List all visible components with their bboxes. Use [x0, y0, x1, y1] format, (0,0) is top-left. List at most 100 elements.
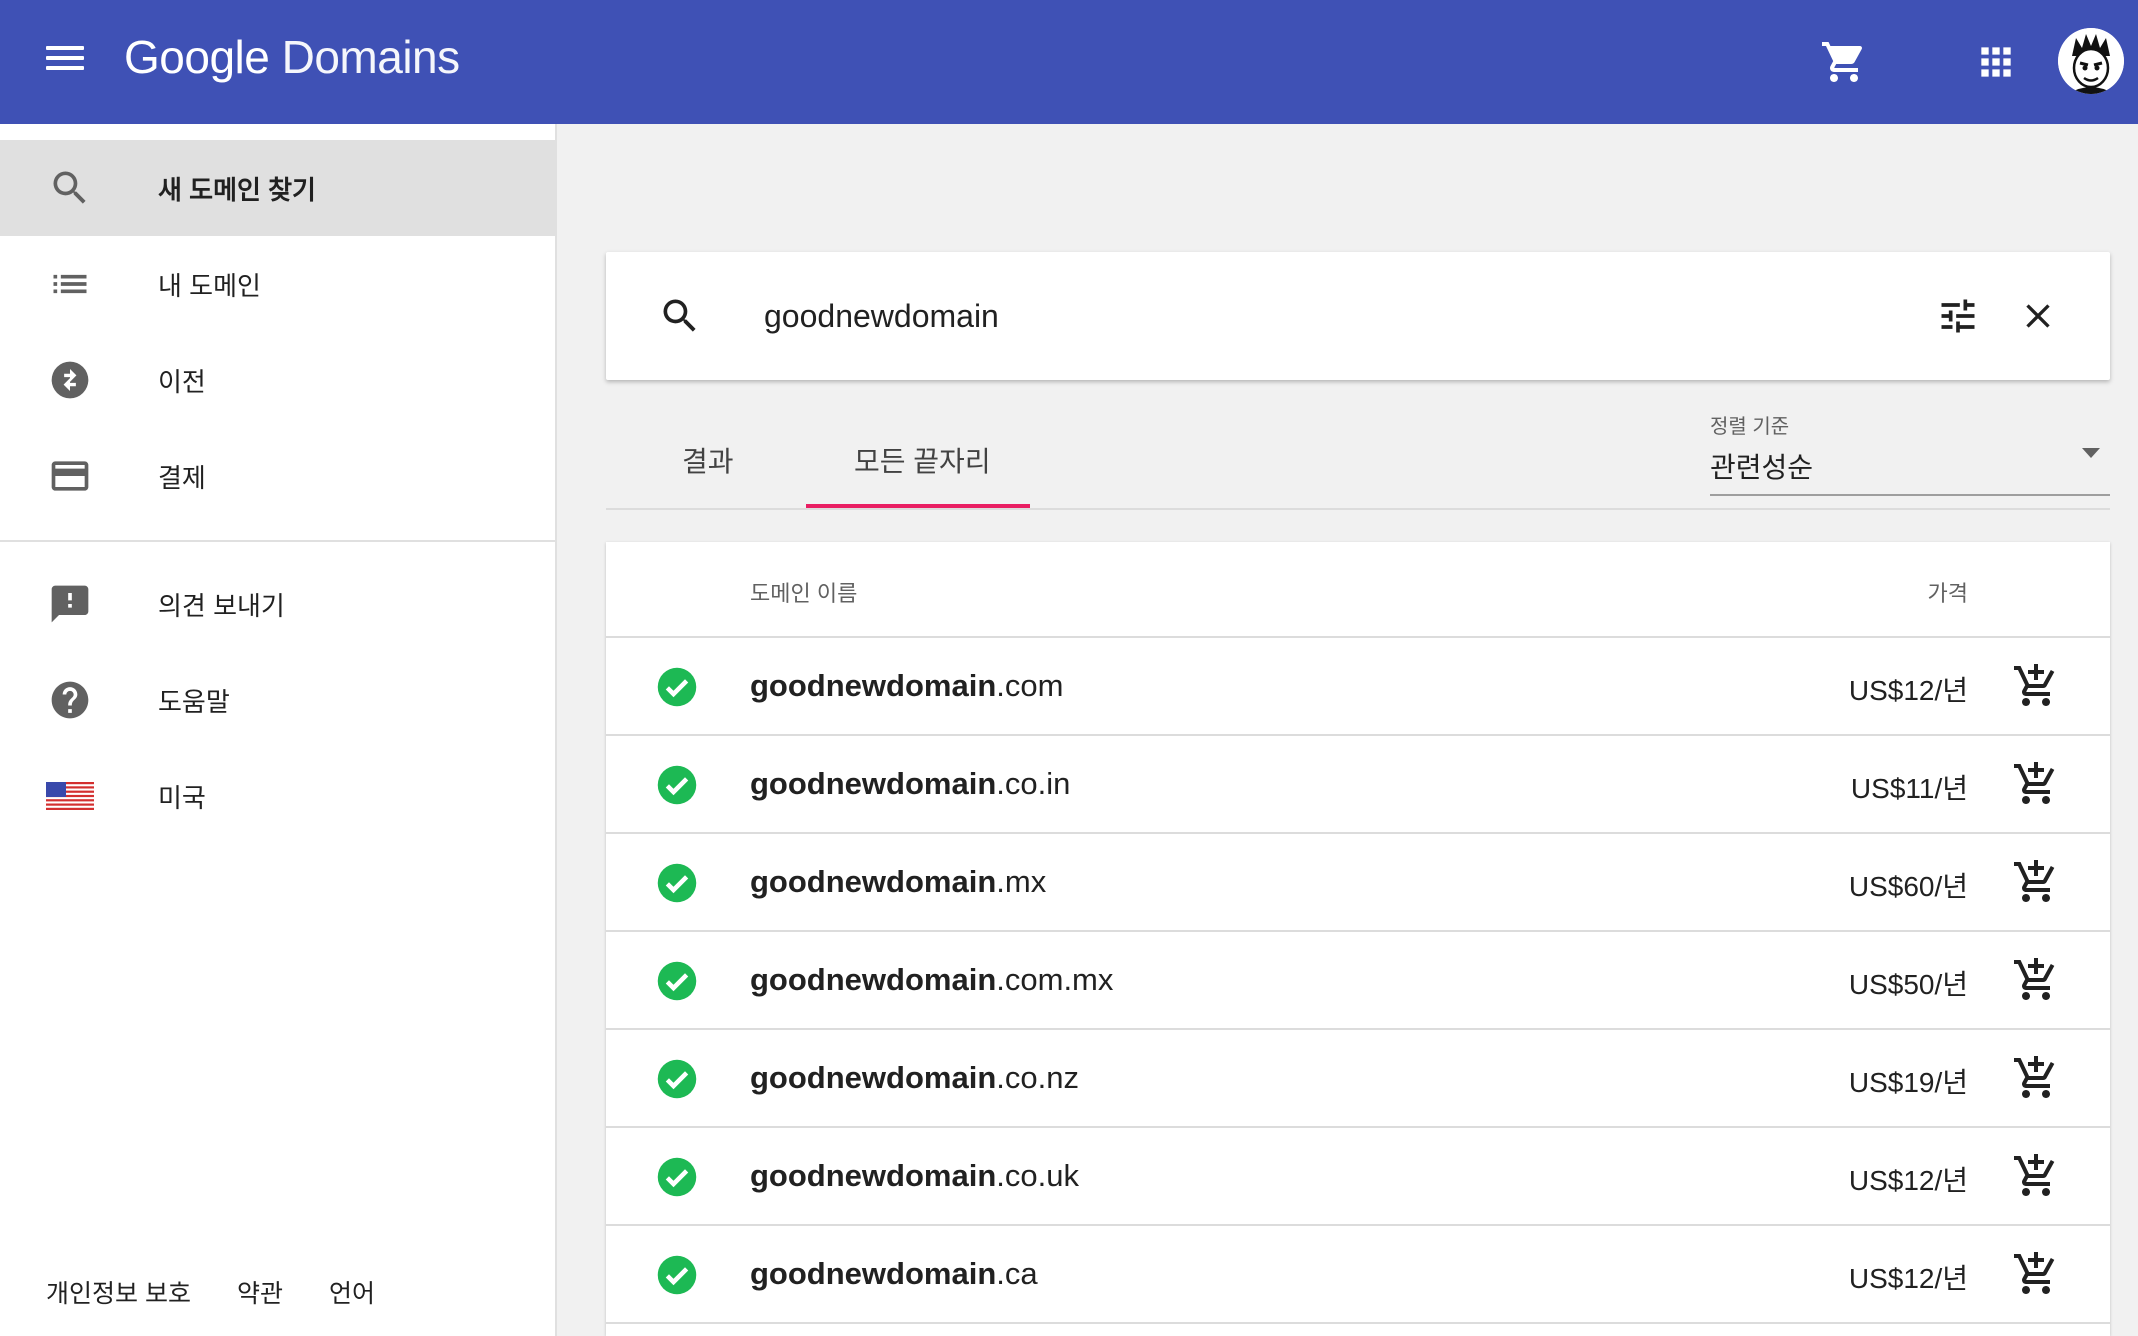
domain-tld: .com — [996, 668, 1064, 703]
privacy-link[interactable]: 개인정보 보호 — [46, 1274, 191, 1310]
add-to-cart-icon[interactable] — [2012, 760, 2060, 813]
column-header-name: 도메인 이름 — [750, 581, 858, 606]
search-icon — [46, 164, 94, 212]
domain-tld: .co.in — [996, 766, 1071, 801]
sidebar-divider — [0, 540, 555, 542]
menu-icon[interactable] — [46, 40, 94, 84]
feedback-icon — [46, 580, 94, 628]
domain-name: goodnewdomain.co.nz — [750, 1060, 1079, 1096]
domain-name: goodnewdomain.com.mx — [750, 962, 1113, 998]
add-to-cart-icon[interactable] — [2012, 956, 2060, 1009]
column-header-price: 가격 — [1927, 581, 1968, 606]
search-card — [606, 252, 2110, 380]
brand-product: Domains — [281, 31, 461, 83]
table-row[interactable]: goodnewdomain.co.in US$11/년 — [606, 736, 2110, 834]
avatar[interactable] — [2058, 28, 2124, 94]
sidebar-item-find-domain[interactable]: 새 도메인 찾기 — [0, 140, 555, 236]
domain-tld: .com.mx — [996, 962, 1114, 997]
domain-name: goodnewdomain.ca — [750, 1256, 1038, 1292]
available-check-icon — [656, 1254, 698, 1296]
table-row[interactable]: goodnewdomain.ca US$12/년 — [606, 1226, 2110, 1324]
sidebar-item-label: 미국 — [158, 782, 206, 813]
language-link[interactable]: 언어 — [329, 1274, 375, 1310]
available-check-icon — [656, 862, 698, 904]
active-tab-indicator — [806, 504, 1030, 508]
sidebar-item-label: 내 도메인 — [158, 270, 261, 301]
domain-price: US$19/년 — [1848, 1067, 1968, 1098]
domain-tld: .co.nz — [996, 1060, 1079, 1095]
table-row[interactable]: goodnewdomain.com.mx US$50/년 — [606, 932, 2110, 1030]
sidebar-item-my-domains[interactable]: 내 도메인 — [0, 236, 555, 332]
table-header: 도메인 이름 가격 — [606, 542, 2110, 638]
add-to-cart-icon[interactable] — [2012, 1054, 2060, 1107]
tune-filter-icon[interactable] — [1936, 294, 1980, 343]
chevron-down-icon — [2082, 448, 2100, 458]
close-icon[interactable] — [2018, 296, 2058, 341]
transfer-icon — [46, 356, 94, 404]
domain-name: goodnewdomain.co.uk — [750, 1158, 1079, 1194]
domain-base: goodnewdomain — [750, 668, 997, 703]
domain-base: goodnewdomain — [750, 1256, 997, 1291]
terms-link[interactable]: 약관 — [237, 1274, 283, 1310]
sort-value: 관련성순 — [1710, 452, 1814, 483]
table-row[interactable]: goodnewdomain.co.nz US$19/년 — [606, 1030, 2110, 1128]
domain-base: goodnewdomain — [750, 864, 997, 899]
add-to-cart-icon[interactable] — [2012, 858, 2060, 911]
tab-results[interactable]: 결과 — [682, 440, 734, 480]
available-check-icon — [656, 1058, 698, 1100]
cart-icon[interactable] — [1820, 38, 1868, 91]
domain-price: US$12/년 — [1848, 1263, 1968, 1294]
sidebar-footer: 개인정보 보호 약관 언어 — [46, 1274, 375, 1310]
sidebar-item-billing[interactable]: 결제 — [0, 428, 555, 524]
list-icon — [46, 260, 94, 308]
domain-base: goodnewdomain — [750, 962, 997, 997]
sidebar-item-label: 이전 — [158, 366, 206, 397]
table-row[interactable]: goodnewdomain.com US$12/년 — [606, 638, 2110, 736]
sidebar-item-region[interactable]: 미국 — [0, 748, 555, 844]
brand-logo[interactable]: Google Domains — [124, 30, 460, 84]
search-icon — [658, 294, 702, 343]
us-flag-icon — [46, 772, 94, 820]
domain-base: goodnewdomain — [750, 1060, 997, 1095]
sidebar-item-transfer[interactable]: 이전 — [0, 332, 555, 428]
tab-all-endings[interactable]: 모든 끝자리 — [854, 440, 991, 480]
add-to-cart-icon[interactable] — [2012, 1152, 2060, 1205]
sidebar: 새 도메인 찾기 내 도메인 이전 결제 의견 보내기 도움말 미국 개인정보 … — [0, 124, 557, 1336]
sort-label: 정렬 기준 — [1710, 416, 1790, 438]
domain-tld: .co.uk — [996, 1158, 1079, 1193]
available-check-icon — [656, 764, 698, 806]
domain-base: goodnewdomain — [750, 1158, 997, 1193]
sort-dropdown[interactable]: 관련성순 — [1710, 440, 2110, 496]
sidebar-item-label: 새 도메인 찾기 — [158, 174, 316, 205]
add-to-cart-icon[interactable] — [2012, 1250, 2060, 1303]
domain-tld: .ca — [996, 1256, 1038, 1291]
available-check-icon — [656, 960, 698, 1002]
search-input[interactable] — [764, 288, 1864, 344]
add-to-cart-icon[interactable] — [2012, 662, 2060, 715]
top-app-bar: Google Domains — [0, 0, 2138, 124]
sidebar-item-help[interactable]: 도움말 — [0, 652, 555, 748]
domain-name: goodnewdomain.mx — [750, 864, 1046, 900]
apps-grid-icon[interactable] — [1974, 40, 2018, 89]
help-icon — [46, 676, 94, 724]
results-tabs-bar: 결과 모든 끝자리 정렬 기준 관련성순 — [606, 400, 2110, 510]
sidebar-item-label: 의견 보내기 — [158, 590, 285, 621]
domain-tld: .mx — [996, 864, 1047, 899]
domain-price: US$50/년 — [1848, 969, 1968, 1000]
domain-name: goodnewdomain.com — [750, 668, 1063, 704]
brand-google: Google — [124, 31, 270, 83]
domain-price: US$11/년 — [1850, 773, 1968, 804]
domain-price: US$60/년 — [1848, 871, 1968, 902]
available-check-icon — [656, 666, 698, 708]
sidebar-item-feedback[interactable]: 의견 보내기 — [0, 556, 555, 652]
results-table: 도메인 이름 가격 goodnewdomain.com US$12/년 goodne… — [606, 542, 2110, 1336]
table-row[interactable]: goodnewdomain.mx US$60/년 — [606, 834, 2110, 932]
table-row[interactable]: goodnewdomain.co.uk US$12/년 — [606, 1128, 2110, 1226]
domain-price: US$12/년 — [1848, 675, 1968, 706]
domain-base: goodnewdomain — [750, 766, 997, 801]
available-check-icon — [656, 1156, 698, 1198]
sidebar-item-label: 도움말 — [158, 686, 230, 717]
sidebar-item-label: 결제 — [158, 462, 206, 493]
credit-card-icon — [46, 452, 94, 500]
domain-name: goodnewdomain.co.in — [750, 766, 1070, 802]
